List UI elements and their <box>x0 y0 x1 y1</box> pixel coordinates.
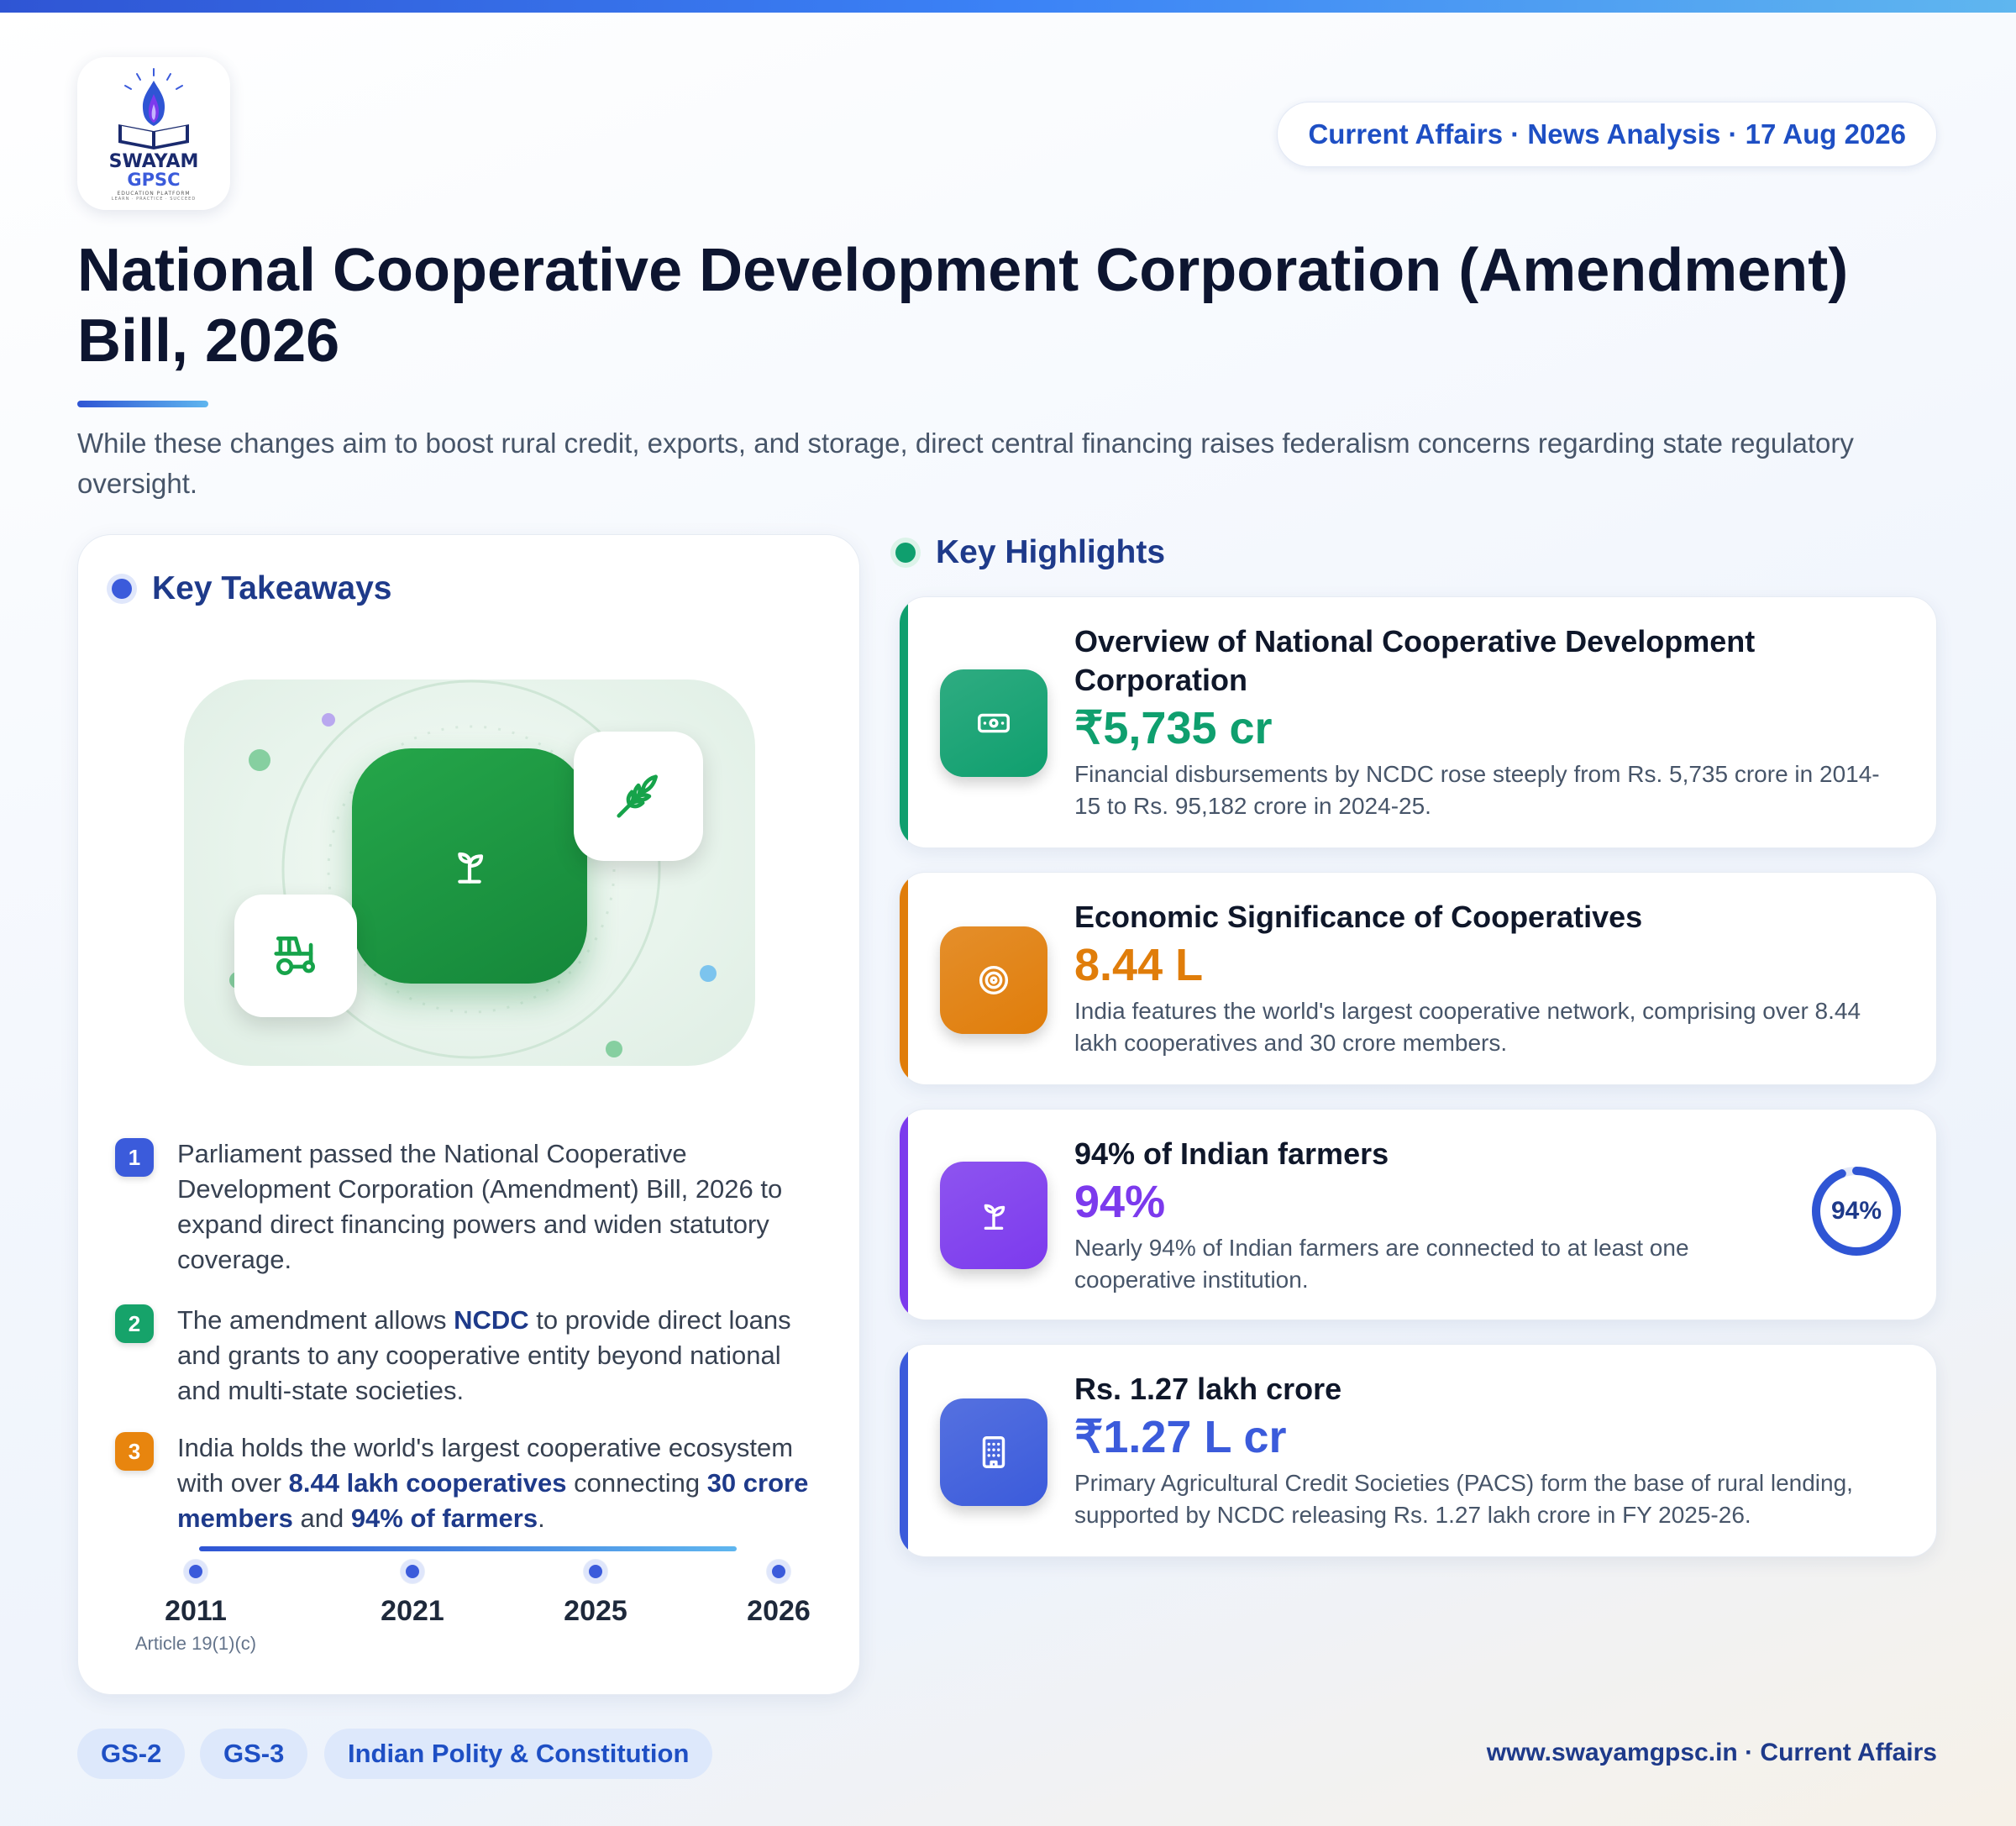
tag-gs-3[interactable]: GS-3 <box>200 1729 308 1779</box>
emphasis-text: 8.44 lakh cooperatives <box>288 1468 567 1498</box>
gauge-label: 94% <box>1830 1197 1882 1225</box>
logo-text-gpsc: GPSC <box>127 170 181 190</box>
highlight-icon-tile <box>940 1398 1047 1506</box>
body-text: . <box>538 1503 545 1533</box>
footer-website[interactable]: www.swayamgpsc.in · Current Affairs <box>1487 1739 1937 1767</box>
card-accent-stripe <box>900 873 908 1084</box>
highlight-icon-tile <box>940 926 1047 1034</box>
logo-tagline: EDUCATION PLATFORM <box>117 191 191 197</box>
highlight-body: Rs. 1.27 lakh crore ₹1.27 L cr Primary A… <box>1074 1370 1914 1531</box>
tractor-icon <box>274 937 315 975</box>
highlight-card-economic-significance: Economic Significance of Cooperatives 8.… <box>899 872 1937 1085</box>
timeline-item-2011: 2011 Article 19(1)(c) <box>129 1560 263 1655</box>
title-underline <box>77 401 208 407</box>
timeline-year: 2011 <box>165 1595 227 1627</box>
timeline-dot <box>767 1560 790 1583</box>
timeline-year: 2026 <box>747 1595 811 1627</box>
highlight-value: ₹1.27 L cr <box>1074 1412 1287 1462</box>
takeaway-item-3: 3 India holds the world's largest cooper… <box>115 1430 812 1536</box>
sprout-icon <box>984 1204 1005 1230</box>
takeaway-text: Parliament passed the National Cooperati… <box>177 1136 812 1278</box>
tag-indian-polity[interactable]: Indian Polity & Constitution <box>324 1729 713 1779</box>
number-badge: 3 <box>115 1432 154 1471</box>
number-badge: 1 <box>115 1138 154 1177</box>
banknote-icon <box>978 713 1010 733</box>
tag-gs-2[interactable]: GS-2 <box>77 1729 186 1779</box>
logo-motto: LEARN · PRACTICE · SUCCEED <box>111 197 197 202</box>
body-text: connecting <box>566 1468 707 1498</box>
highlight-title: Economic Significance of Cooperatives <box>1074 900 1643 934</box>
takeaway-item-2: 2 The amendment allows NCDC to provide d… <box>115 1303 812 1409</box>
timeline-dot <box>184 1560 207 1583</box>
highlight-card-pacs: Rs. 1.27 lakh crore ₹1.27 L cr Primary A… <box>899 1344 1937 1557</box>
target-icon <box>979 965 1009 995</box>
highlight-description: India features the world's largest coope… <box>1074 998 1861 1056</box>
takeaway-text: India holds the world's largest cooperat… <box>177 1430 812 1536</box>
timeline-bar <box>199 1546 737 1551</box>
building-icon <box>982 1436 1005 1468</box>
timeline-item-2026: 2026 <box>711 1560 846 1628</box>
highlight-body: Economic Significance of Cooperatives 8.… <box>1074 898 1898 1059</box>
takeaway-item-1: 1 Parliament passed the National Coopera… <box>115 1136 812 1278</box>
highlight-value: 8.44 L <box>1074 940 1204 990</box>
timeline-year: 2021 <box>381 1595 444 1627</box>
body-text: and <box>292 1503 351 1533</box>
timeline-year: 2025 <box>564 1595 627 1627</box>
highlight-title: Rs. 1.27 lakh crore <box>1074 1372 1342 1406</box>
highlight-card-farmers: 94% of Indian farmers 94% Nearly 94% of … <box>899 1109 1937 1320</box>
flame-book-logo-icon <box>118 68 189 150</box>
timeline-item-2021: 2021 <box>345 1560 480 1628</box>
key-takeaways-card: Key Takeaways 1 Parliament passed the Na… <box>77 534 860 1695</box>
number-badge: 2 <box>115 1304 154 1343</box>
bullet-dot-icon <box>895 543 916 563</box>
highlight-icon-tile <box>940 669 1047 777</box>
emphasis-text: NCDC <box>454 1305 529 1335</box>
key-highlights-label: Key Highlights <box>936 534 1166 570</box>
wheat-icon <box>617 774 658 818</box>
highlight-title: 94% of Indian farmers <box>1074 1136 1389 1171</box>
body-text: Parliament passed the National Cooperati… <box>177 1139 783 1274</box>
timeline-dot <box>401 1560 424 1583</box>
key-takeaways-label: Key Takeaways <box>152 570 392 606</box>
key-highlights-heading: Key Highlights <box>895 534 1165 571</box>
card-accent-stripe <box>900 1110 908 1320</box>
logo-text-swayam: SWAYAM <box>108 151 199 172</box>
highlight-description: Primary Agricultural Credit Societies (P… <box>1074 1470 1853 1528</box>
card-accent-stripe <box>900 597 908 847</box>
date-pill: Current Affairs · News Analysis · 17 Aug… <box>1277 102 1937 167</box>
top-accent-bar <box>0 0 2016 13</box>
highlight-description: Nearly 94% of Indian farmers are connect… <box>1074 1235 1689 1293</box>
swayam-gpsc-logo: SWAYAM GPSC EDUCATION PLATFORM LEARN · P… <box>77 57 230 210</box>
tractor-tile <box>234 895 357 1017</box>
bullet-dot-icon <box>112 579 132 599</box>
highlight-value: 94% <box>1074 1177 1166 1227</box>
highlight-description: Financial disbursements by NCDC rose ste… <box>1074 761 1880 819</box>
page-title: National Cooperative Development Corpora… <box>77 237 1849 375</box>
body-text: The amendment allows <box>177 1305 454 1335</box>
highlight-title: Overview of National Cooperative Develop… <box>1074 624 1756 697</box>
timeline-item-2025: 2025 <box>528 1560 663 1628</box>
emphasis-text: 94% of farmers <box>350 1503 538 1533</box>
highlight-value: ₹5,735 cr <box>1074 703 1273 753</box>
card-accent-stripe <box>900 1345 908 1556</box>
highlight-body: Overview of National Cooperative Develop… <box>1074 622 1881 822</box>
wheat-tile <box>574 732 703 861</box>
highlight-icon-tile <box>940 1162 1047 1269</box>
page-subtitle: While these changes aim to boost rural c… <box>77 428 1854 499</box>
highlight-body: 94% of Indian farmers 94% Nearly 94% of … <box>1074 1135 1763 1296</box>
cooperative-illustration <box>184 680 755 1066</box>
sprout-icon <box>458 852 484 884</box>
timeline-note: Article 19(1)(c) <box>134 1633 257 1654</box>
key-takeaways-heading: Key Takeaways <box>112 570 391 607</box>
central-sprout-tile <box>352 748 587 984</box>
timeline-dot <box>584 1560 607 1583</box>
highlight-card-ncdc-overview: Overview of National Cooperative Develop… <box>899 596 1937 848</box>
takeaway-text: The amendment allows NCDC to provide dir… <box>177 1303 812 1409</box>
